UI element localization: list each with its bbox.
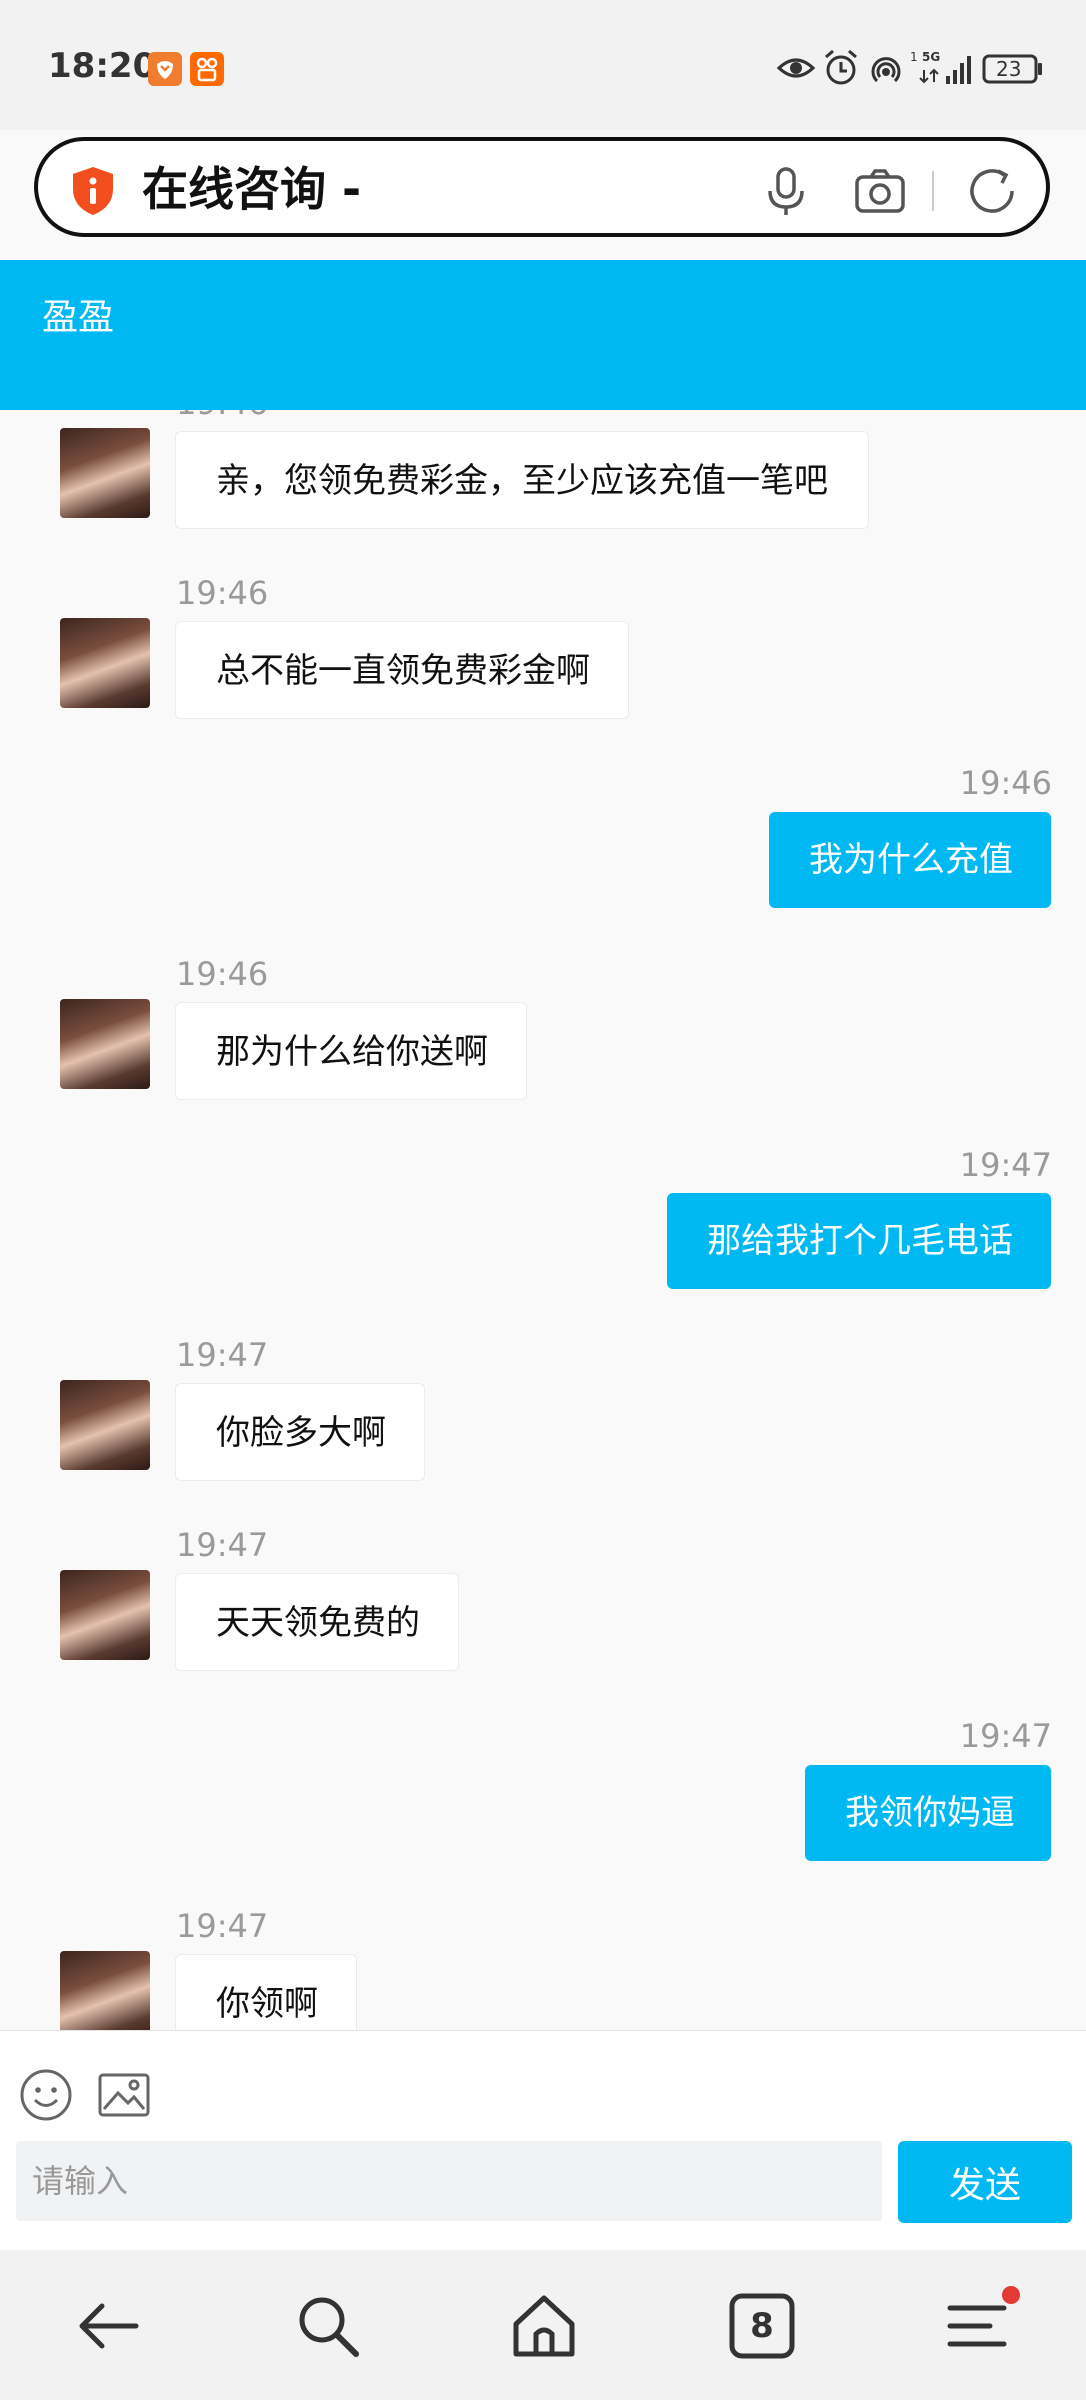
message-bubble-incoming[interactable]: 你脸多大啊 [175, 1383, 425, 1481]
chat-header: 盈盈 [0, 260, 1086, 410]
emoji-icon[interactable] [18, 2067, 74, 2123]
chat-title: 盈盈 [42, 297, 115, 338]
notification-dot [1002, 2286, 1020, 2304]
kuaishou-notification-icon [190, 52, 224, 86]
refresh-icon[interactable] [964, 163, 1020, 219]
message-time: 19:46 [176, 410, 268, 422]
svg-text:5G: 5G [922, 50, 940, 64]
image-icon[interactable] [96, 2067, 152, 2123]
tabs-icon[interactable]: 8 [726, 2290, 798, 2362]
status-bar: 18:20 1 5G 23 [0, 0, 1086, 130]
menu-icon[interactable] [944, 2286, 1020, 2362]
avatar[interactable] [60, 999, 150, 1089]
back-icon[interactable] [72, 2290, 144, 2362]
browser-bottom-nav: 8 [0, 2250, 1086, 2400]
avatar[interactable] [60, 618, 150, 708]
message-time: 19:47 [176, 1336, 269, 1374]
battery-level: 23 [996, 57, 1022, 81]
alarm-icon [822, 48, 860, 88]
svg-text:1: 1 [910, 50, 918, 64]
message-bubble-incoming[interactable]: 你领啊 [175, 1954, 357, 2030]
message-bubble-incoming[interactable]: 亲，您领免费彩金，至少应该充值一笔吧 [175, 431, 869, 529]
signal-5g-icon: 1 5G [910, 48, 972, 88]
address-bar[interactable]: 在线咨询 - [34, 137, 1050, 237]
message-time: 19:47 [176, 1526, 269, 1564]
search-icon[interactable] [292, 2290, 364, 2362]
tabs-count: 8 [750, 2306, 774, 2346]
message-bubble-incoming[interactable]: 总不能一直领免费彩金啊 [175, 621, 629, 719]
divider [932, 171, 934, 211]
camera-icon[interactable] [852, 163, 908, 219]
avatar[interactable] [60, 1951, 150, 2030]
send-button[interactable]: 发送 [898, 2141, 1072, 2223]
message-input[interactable] [16, 2141, 882, 2221]
message-bubble-incoming[interactable]: 那为什么给你送啊 [175, 1002, 527, 1100]
message-bubble-incoming[interactable]: 天天领免费的 [175, 1573, 459, 1671]
eye-icon [776, 48, 816, 88]
shield-warning-icon[interactable] [70, 165, 116, 217]
message-time: 19:46 [176, 955, 269, 993]
message-bubble-outgoing[interactable]: 我领你妈逼 [805, 1765, 1051, 1861]
avatar[interactable] [60, 1570, 150, 1660]
microphone-icon[interactable] [758, 163, 814, 219]
avatar[interactable] [60, 428, 150, 518]
page-title[interactable]: 在线咨询 - [142, 159, 361, 219]
message-time: 19:46 [176, 574, 269, 612]
message-list[interactable]: 19:46 亲，您领免费彩金，至少应该充值一笔吧 19:46 总不能一直领免费彩… [0, 410, 1086, 2030]
hotspot-icon [866, 48, 906, 88]
message-bubble-outgoing[interactable]: 那给我打个几毛电话 [667, 1193, 1051, 1289]
battery-icon: 23 [982, 48, 1044, 88]
message-time: 19:47 [959, 1146, 1052, 1184]
status-time: 18:20 [48, 46, 157, 86]
avatar[interactable] [60, 1380, 150, 1470]
app-notification-icon [148, 52, 182, 86]
home-icon[interactable] [508, 2290, 580, 2362]
message-bubble-outgoing[interactable]: 我为什么充值 [769, 812, 1051, 908]
composer: 发送 [0, 2030, 1086, 2251]
message-time: 19:46 [959, 764, 1052, 802]
message-time: 19:47 [176, 1907, 269, 1945]
message-time: 19:47 [959, 1717, 1052, 1755]
